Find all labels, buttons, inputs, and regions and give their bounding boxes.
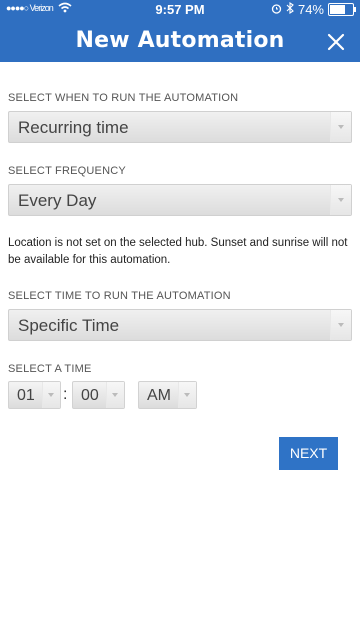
when-select[interactable]: Recurring time	[8, 111, 352, 143]
chevron-down-icon	[178, 382, 196, 408]
chevron-down-icon	[330, 310, 351, 340]
alarm-icon	[271, 2, 282, 17]
status-right: 74%	[271, 1, 356, 17]
time-mode-label: SELECT TIME TO RUN THE AUTOMATION	[8, 290, 231, 302]
bluetooth-icon	[286, 1, 294, 17]
ampm-select[interactable]: AM	[138, 381, 197, 409]
minute-value: 00	[81, 387, 99, 404]
chevron-down-icon	[106, 382, 124, 408]
status-bar: ●●●●○ Verizon 9:57 PM 74%	[0, 0, 360, 20]
time-separator: :	[63, 386, 68, 403]
when-select-value: Recurring time	[18, 118, 129, 137]
time-label: SELECT A TIME	[8, 363, 92, 375]
frequency-label: SELECT FREQUENCY	[8, 165, 126, 177]
hour-value: 01	[17, 387, 35, 404]
ampm-value: AM	[147, 387, 171, 404]
when-label: SELECT WHEN TO RUN THE AUTOMATION	[8, 92, 239, 104]
page-title: New Automation	[75, 28, 285, 53]
time-mode-select[interactable]: Specific Time	[8, 309, 352, 341]
frequency-select-value: Every Day	[18, 191, 97, 210]
time-mode-select-value: Specific Time	[18, 316, 120, 335]
chevron-down-icon	[330, 185, 351, 215]
app-header: ●●●●○ Verizon 9:57 PM 74% New Automation	[0, 0, 360, 62]
location-note: Location is not set on the selected hub.…	[8, 237, 348, 266]
frequency-select[interactable]: Every Day	[8, 184, 352, 216]
chevron-down-icon	[330, 112, 351, 142]
next-button[interactable]: NEXT	[279, 437, 338, 470]
battery-icon	[328, 3, 356, 16]
hour-select[interactable]: 01	[8, 381, 61, 409]
battery-percent: 74%	[297, 2, 324, 17]
chevron-down-icon	[42, 382, 60, 408]
battery-level	[330, 5, 345, 14]
close-icon[interactable]	[324, 30, 348, 54]
minute-select[interactable]: 00	[72, 381, 125, 409]
